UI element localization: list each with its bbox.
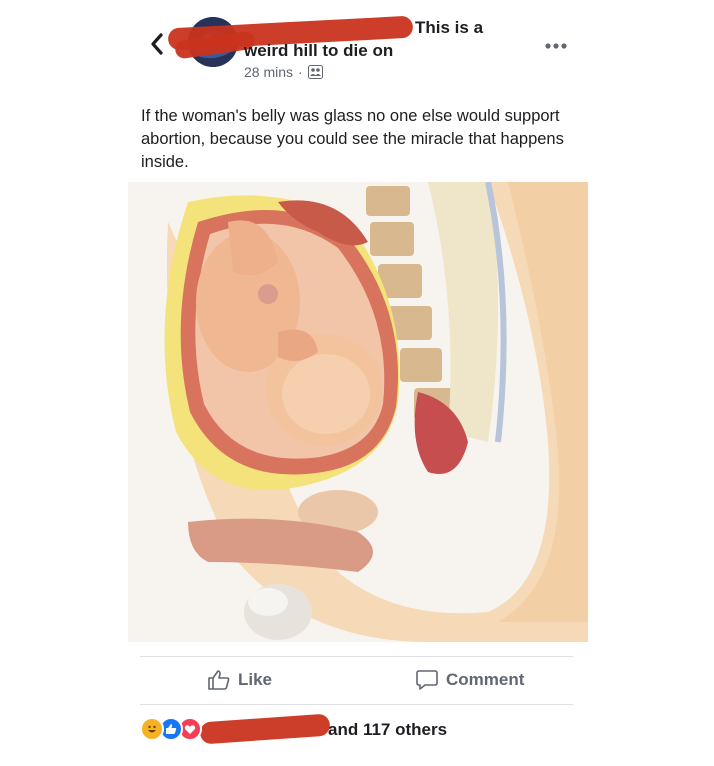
like-label: Like — [238, 670, 273, 689]
more-options-icon — [545, 43, 567, 49]
like-button[interactable]: Like — [208, 670, 272, 690]
group-privacy-icon — [307, 65, 323, 79]
back-button[interactable] — [146, 32, 168, 56]
more-options-button[interactable] — [544, 30, 568, 56]
chevron-left-icon — [151, 33, 163, 55]
divider — [140, 656, 573, 657]
divider — [140, 704, 573, 705]
thumbs-up-icon — [208, 670, 230, 690]
redaction-mark — [199, 713, 331, 745]
comment-bubble-icon — [416, 670, 438, 690]
reactions-summary-text[interactable]: and 117 others — [328, 720, 447, 740]
post-image[interactable] — [128, 182, 588, 642]
group-title[interactable]: This is a — [415, 18, 483, 38]
meta-separator: · — [298, 64, 303, 80]
haha-reaction-icon — [140, 717, 164, 741]
others-count: and 117 others — [328, 720, 448, 739]
post-meta: 28 mins · — [244, 64, 323, 80]
comment-button[interactable]: Comment — [416, 670, 524, 690]
comment-label: Comment — [446, 670, 525, 689]
post-text: If the woman's belly was glass no one el… — [141, 107, 564, 171]
post-time[interactable]: 28 mins — [244, 64, 293, 80]
reactions-summary[interactable] — [140, 717, 202, 741]
group-title-line2[interactable]: weird hill to die on — [244, 41, 393, 61]
pregnancy-illustration — [128, 182, 588, 642]
